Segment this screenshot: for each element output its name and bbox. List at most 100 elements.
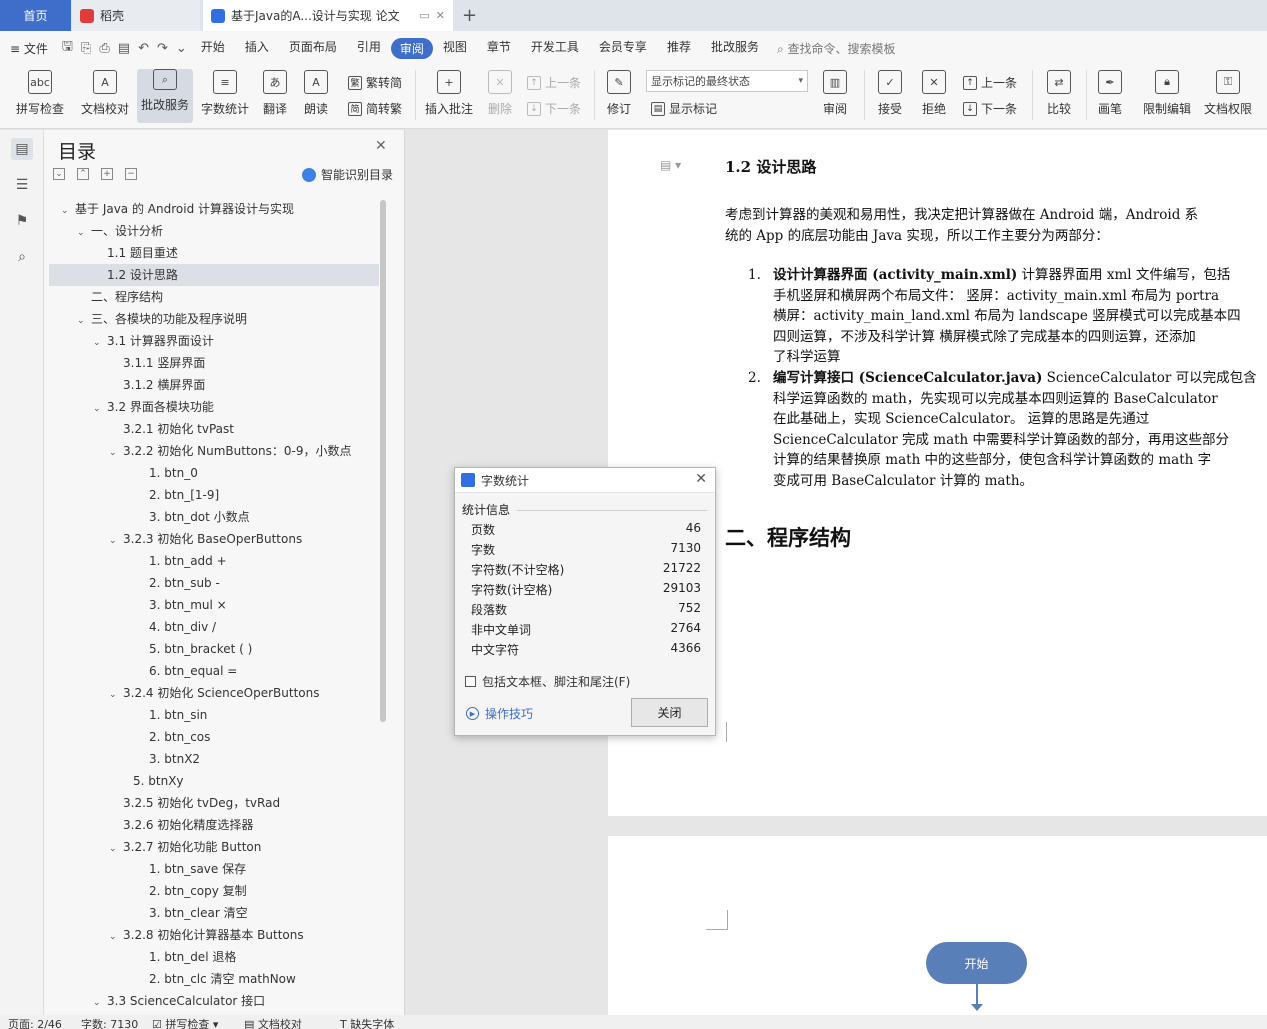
spell-check-toggle[interactable]: ☑ 拼写检查 ▾ xyxy=(152,1016,218,1029)
toc-item[interactable]: ⌄ 3.2.3 初始化 BaseOperButtons xyxy=(49,528,379,550)
more-icon[interactable]: ⌄ xyxy=(172,41,191,56)
remove-heading-icon[interactable]: − xyxy=(125,168,137,180)
redo-icon[interactable]: ↷ xyxy=(153,41,172,56)
collapse-all-icon[interactable]: ⌄ xyxy=(53,168,65,180)
markup-state-select[interactable]: 显示标记的最终状态 ▾ xyxy=(646,70,808,92)
preview-icon[interactable]: ▤ xyxy=(114,41,134,56)
menu-tab[interactable]: 视图 xyxy=(433,38,477,59)
toc-item[interactable]: 1. btn_save 保存 xyxy=(49,858,379,880)
prev-comment-button[interactable]: ↑ 上一条 xyxy=(527,74,581,91)
save-icon[interactable]: 🖫 xyxy=(58,37,77,59)
bookmark-icon[interactable]: ⚑ xyxy=(11,210,33,232)
page-indicator[interactable]: 页面: 2/46 xyxy=(8,1016,62,1029)
chevron-down-icon[interactable]: ⌄ xyxy=(109,442,123,464)
track-changes-button[interactable]: ✎ 修订 xyxy=(600,65,638,127)
dialog-close-icon[interactable]: ✕ xyxy=(695,471,707,487)
toc-item[interactable]: 2. btn_clc 清空 mathNow xyxy=(49,968,379,990)
toc-scrollbar[interactable] xyxy=(380,200,386,722)
chevron-down-icon[interactable]: ⌄ xyxy=(109,926,123,948)
tab-home[interactable]: 首页 xyxy=(0,0,71,31)
restrict-editing-button[interactable]: 🔒︎ 限制编辑 xyxy=(1138,65,1196,127)
toc-panel-icon[interactable]: ▤ xyxy=(11,138,33,160)
toc-item[interactable]: ⌄ 基于 Java 的 Android 计算器设计与实现 xyxy=(49,198,379,220)
toc-item[interactable]: ⌄ 3.2.2 初始化 NumButtons：0-9，小数点 xyxy=(49,440,379,462)
toc-item[interactable]: 1.1 题目重述 xyxy=(49,242,379,264)
toc-item[interactable]: 3. btn_dot 小数点 xyxy=(49,506,379,528)
toc-item[interactable]: 3. btn_mul × xyxy=(49,594,379,616)
toc-item[interactable]: 3.2.5 初始化 tvDeg，tvRad xyxy=(49,792,379,814)
correction-service-button[interactable]: ⌕ 批改服务 xyxy=(137,69,193,123)
tab-window-icon[interactable]: ▭ xyxy=(419,9,429,22)
toc-item[interactable]: 2. btn_copy 复制 xyxy=(49,880,379,902)
doc-proof-button[interactable]: A 文档校对 xyxy=(76,65,134,127)
menu-tab[interactable]: 开始 xyxy=(191,38,235,59)
undo-icon[interactable]: ↶ xyxy=(134,41,153,56)
toc-item[interactable]: ⌄ 一、设计分析 xyxy=(49,220,379,242)
toc-item[interactable]: 1. btn_sin xyxy=(49,704,379,726)
smart-toc-button[interactable]: 智能识别目录 xyxy=(302,166,393,183)
toc-item[interactable]: 3.2.1 初始化 tvPast xyxy=(49,418,379,440)
command-search[interactable]: ⌕ 查找命令、搜索模板 xyxy=(777,40,896,57)
delete-comment-button[interactable]: ✕ 删除 xyxy=(480,65,520,127)
simp-to-trad-button[interactable]: 简简转繁 xyxy=(348,100,402,117)
toc-item[interactable]: 3. btn_clear 清空 xyxy=(49,902,379,924)
toc-close-icon[interactable]: ✕ xyxy=(375,138,387,154)
toc-item[interactable]: 3.1.1 竖屏界面 xyxy=(49,352,379,374)
toc-item[interactable]: 6. btn_equal = xyxy=(49,660,379,682)
toc-item[interactable]: 2. btn_cos xyxy=(49,726,379,748)
toc-item[interactable]: ⌄ 3.2.8 初始化计算器基本 Buttons xyxy=(49,924,379,946)
chevron-down-icon[interactable]: ⌄ xyxy=(93,992,107,1008)
chevron-down-icon[interactable]: ⌄ xyxy=(109,684,123,706)
reject-button[interactable]: ✕ 拒绝 xyxy=(914,65,954,127)
toc-item[interactable]: ⌄ 3.2.4 初始化 ScienceOperButtons xyxy=(49,682,379,704)
toc-item[interactable]: 1. btn_0 xyxy=(49,462,379,484)
toc-item[interactable]: 5. btnXy xyxy=(49,770,379,792)
menu-tab[interactable]: 章节 xyxy=(477,38,521,59)
paragraph-marker-icon[interactable]: ▤ ▾ xyxy=(660,158,681,172)
menu-tab[interactable]: 引用 xyxy=(347,38,391,59)
accept-button[interactable]: ✓ 接受 xyxy=(870,65,910,127)
tab-close-icon[interactable]: ✕ xyxy=(436,9,445,22)
tab-document[interactable]: 基于Java的A...设计与实现 论文 ▭ ✕ xyxy=(203,0,453,31)
close-button[interactable]: 关闭 xyxy=(631,698,708,727)
trad-to-simp-button[interactable]: 繁繁转简 xyxy=(348,74,402,91)
word-count-button[interactable]: ≡ 字数统计 xyxy=(197,65,253,127)
next-comment-button[interactable]: ↓ 下一条 xyxy=(527,100,581,117)
missing-font-status[interactable]: T 缺失字体 xyxy=(340,1016,394,1029)
review-pane-button[interactable]: ▥ 审阅 xyxy=(814,65,856,127)
toc-item[interactable]: 3. btnX2 xyxy=(49,748,379,770)
chevron-down-icon[interactable]: ⌄ xyxy=(93,332,107,354)
menu-tab[interactable]: 会员专享 xyxy=(589,38,657,59)
chevron-down-icon[interactable]: ⌄ xyxy=(93,398,107,420)
toc-item[interactable]: 1. btn_add + xyxy=(49,550,379,572)
tab-daoke[interactable]: 稻壳 xyxy=(72,0,200,31)
toc-item[interactable]: 5. btn_bracket ( ) xyxy=(49,638,379,660)
document-page[interactable] xyxy=(608,836,1267,1015)
toc-item[interactable]: 3.1.2 横屏界面 xyxy=(49,374,379,396)
toc-item[interactable]: 2. btn_[1-9] xyxy=(49,484,379,506)
doc-proof-status[interactable]: ▤ 文档校对 xyxy=(244,1016,302,1029)
chevron-down-icon[interactable]: ⌄ xyxy=(61,200,75,222)
prev-change-button[interactable]: ↑ 上一条 xyxy=(963,74,1017,91)
read-aloud-button[interactable]: A 朗读 xyxy=(298,65,334,127)
flowchart-start-node[interactable]: 开始 xyxy=(926,942,1027,984)
toc-item[interactable]: 1.2 设计思路 xyxy=(49,264,379,286)
toc-item[interactable]: 2. btn_sub - xyxy=(49,572,379,594)
print-icon[interactable]: ⎙ xyxy=(95,41,113,56)
chevron-down-icon[interactable]: ⌄ xyxy=(77,310,91,332)
show-markup-button[interactable]: ▤ 显示标记 xyxy=(651,100,717,117)
word-count-indicator[interactable]: 字数: 7130 xyxy=(81,1016,138,1029)
dialog-title-bar[interactable]: 字数统计 ✕ xyxy=(455,468,715,493)
toc-item[interactable]: ⌄ 3.2 界面各模块功能 xyxy=(49,396,379,418)
toc-item[interactable]: 1. btn_del 退格 xyxy=(49,946,379,968)
expand-all-icon[interactable]: ⌃ xyxy=(77,168,89,180)
toc-item[interactable]: 4. btn_div / xyxy=(49,616,379,638)
toc-item[interactable]: 3.2.6 初始化精度选择器 xyxy=(49,814,379,836)
insert-comment-button[interactable]: + 插入批注 xyxy=(422,65,476,127)
next-change-button[interactable]: ↓ 下一条 xyxy=(963,100,1017,117)
chevron-down-icon[interactable]: ⌄ xyxy=(109,838,123,860)
search-icon[interactable]: ⌕ xyxy=(11,246,33,268)
doc-permission-button[interactable]: ⚿ 文档权限 xyxy=(1199,65,1257,127)
toc-item[interactable]: 二、程序结构 xyxy=(49,286,379,308)
menu-tab[interactable]: 开发工具 xyxy=(521,38,589,59)
